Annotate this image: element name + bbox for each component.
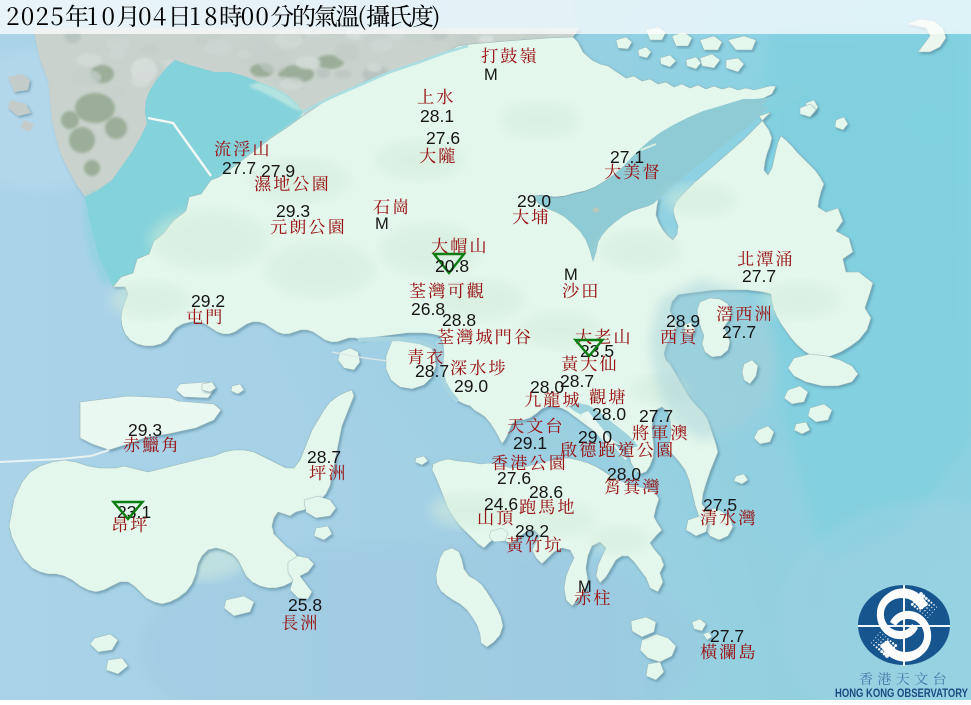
svg-text:29.0: 29.0 bbox=[517, 191, 551, 211]
svg-text:27.7: 27.7 bbox=[222, 158, 256, 178]
svg-text:28.6: 28.6 bbox=[529, 482, 563, 502]
svg-text:27.7: 27.7 bbox=[722, 322, 756, 342]
svg-text:29.3: 29.3 bbox=[276, 201, 310, 221]
svg-text:27.9: 27.9 bbox=[261, 161, 295, 181]
svg-text:28.8: 28.8 bbox=[442, 310, 476, 330]
svg-text:26.8: 26.8 bbox=[411, 299, 445, 319]
svg-text:29.1: 29.1 bbox=[513, 433, 547, 453]
svg-text:27.7: 27.7 bbox=[742, 266, 776, 286]
svg-text:25.8: 25.8 bbox=[288, 595, 322, 615]
svg-text:M: M bbox=[564, 266, 578, 284]
svg-text:27.1: 27.1 bbox=[610, 147, 644, 167]
svg-text:27.6: 27.6 bbox=[497, 468, 531, 488]
svg-text:28.7: 28.7 bbox=[560, 371, 594, 391]
svg-text:27.7: 27.7 bbox=[710, 626, 744, 646]
svg-text:29.0: 29.0 bbox=[454, 376, 488, 396]
svg-text:20.8: 20.8 bbox=[435, 256, 469, 276]
svg-text:28.0: 28.0 bbox=[592, 404, 626, 424]
svg-text:28.7: 28.7 bbox=[415, 361, 449, 381]
svg-text:28.1: 28.1 bbox=[420, 106, 454, 126]
svg-text:29.2: 29.2 bbox=[191, 291, 225, 311]
svg-text:27.7: 27.7 bbox=[639, 406, 673, 426]
svg-text:M: M bbox=[578, 578, 592, 596]
svg-text:M: M bbox=[484, 66, 498, 84]
svg-text:28.7: 28.7 bbox=[307, 447, 341, 467]
svg-text:24.6: 24.6 bbox=[484, 494, 518, 514]
svg-text:27.6: 27.6 bbox=[426, 128, 460, 148]
svg-text:M: M bbox=[375, 215, 389, 233]
svg-text:28.9: 28.9 bbox=[666, 311, 700, 331]
svg-text:HONG KONG OBSERVATORY: HONG KONG OBSERVATORY bbox=[835, 686, 969, 700]
